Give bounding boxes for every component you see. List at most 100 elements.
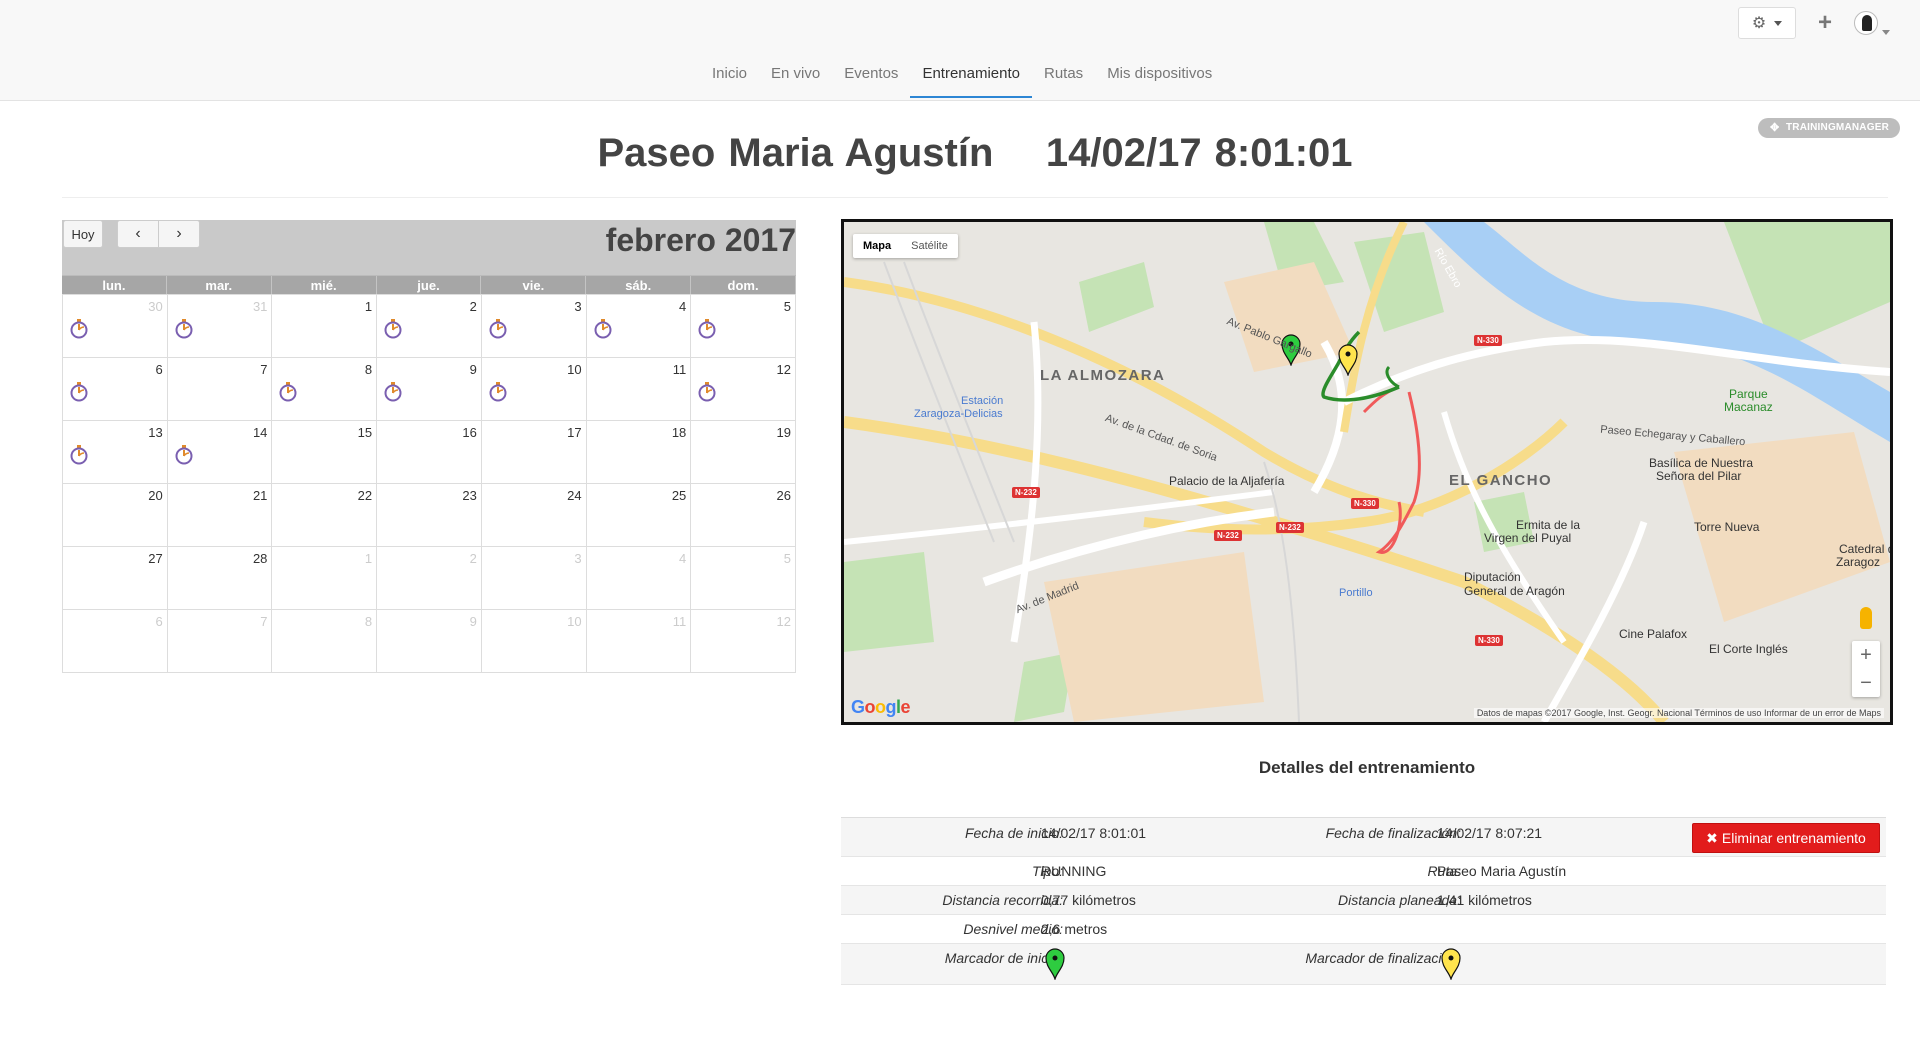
calendar-day-cell[interactable]: 3 bbox=[481, 546, 587, 609]
stopwatch-icon[interactable] bbox=[70, 319, 88, 339]
nav-mis-dispositivos[interactable]: Mis dispositivos bbox=[1095, 53, 1224, 98]
delete-training-button[interactable]: ✖ Eliminar entrenamiento bbox=[1692, 823, 1880, 853]
calendar-day-cell[interactable]: 8 bbox=[272, 609, 378, 672]
prev-month-button[interactable]: ‹ bbox=[117, 220, 159, 248]
nav-en-vivo[interactable]: En vivo bbox=[759, 53, 832, 98]
calendar-day-number: 23 bbox=[462, 488, 477, 503]
calendar-day-cell[interactable]: 8 bbox=[272, 357, 378, 420]
calendar-day-cell[interactable]: 13 bbox=[63, 420, 168, 483]
map-label-senora-pilar: Señora del Pilar bbox=[1656, 469, 1742, 483]
map-label-torre-nueva: Torre Nueva bbox=[1694, 520, 1760, 534]
calendar-day-number: 9 bbox=[469, 614, 477, 629]
stopwatch-icon[interactable] bbox=[175, 445, 193, 465]
settings-dropdown[interactable]: ⚙ bbox=[1737, 7, 1796, 39]
calendar-day-cell[interactable]: 19 bbox=[691, 420, 796, 483]
nav-rutas[interactable]: Rutas bbox=[1032, 53, 1095, 98]
calendar-day-cell[interactable]: 1 bbox=[272, 546, 378, 609]
calendar-day-cell[interactable]: 18 bbox=[586, 420, 692, 483]
calendar-day-cell[interactable]: 4 bbox=[586, 294, 692, 357]
stopwatch-icon[interactable] bbox=[489, 382, 507, 402]
next-month-button[interactable]: › bbox=[158, 220, 200, 248]
nav-inicio[interactable]: Inicio bbox=[700, 53, 759, 98]
map-label-el-gancho: EL GANCHO bbox=[1449, 472, 1553, 489]
nav-entrenamiento[interactable]: Entrenamiento bbox=[910, 53, 1032, 98]
calendar-day-cell[interactable]: 9 bbox=[377, 357, 482, 420]
calendar-day-cell[interactable]: 17 bbox=[481, 420, 587, 483]
stopwatch-icon[interactable] bbox=[698, 319, 716, 339]
calendar-day-cell[interactable]: 30 bbox=[63, 294, 168, 357]
weekday-header: sáb. bbox=[586, 276, 692, 295]
map-shield-n330-b: N-330 bbox=[1351, 498, 1379, 509]
add-icon[interactable]: + bbox=[1818, 11, 1832, 35]
pegman-icon[interactable] bbox=[1860, 607, 1872, 629]
stopwatch-icon[interactable] bbox=[70, 382, 88, 402]
map-label-virgen-puyal: Virgen del Puyal bbox=[1484, 531, 1572, 545]
calendar-day-cell[interactable]: 23 bbox=[377, 483, 482, 546]
user-menu[interactable] bbox=[1854, 11, 1890, 35]
today-button[interactable]: Hoy bbox=[63, 220, 103, 248]
stopwatch-icon[interactable] bbox=[279, 382, 297, 402]
calendar-day-cell[interactable]: 5 bbox=[691, 546, 796, 609]
calendar-day-cell[interactable]: 2 bbox=[377, 294, 482, 357]
zoom-out-button[interactable]: − bbox=[1852, 669, 1880, 697]
calendar-day-cell[interactable]: 1 bbox=[272, 294, 378, 357]
avatar bbox=[1854, 11, 1878, 35]
calendar-day-cell[interactable]: 12 bbox=[691, 357, 796, 420]
calendar-day-cell[interactable]: 25 bbox=[586, 483, 692, 546]
calendar-day-cell[interactable]: 3 bbox=[481, 294, 587, 357]
training-name: Paseo Maria Agustín bbox=[597, 131, 994, 175]
calendar-day-cell[interactable]: 20 bbox=[63, 483, 168, 546]
calendar-day-cell[interactable]: 28 bbox=[167, 546, 273, 609]
calendar-day-cell[interactable]: 9 bbox=[377, 609, 482, 672]
calendar-day-cell[interactable]: 14 bbox=[167, 420, 273, 483]
calendar-day-number: 17 bbox=[567, 425, 582, 440]
map-credits[interactable]: Datos de mapas ©2017 Google, Inst. Geogr… bbox=[1473, 708, 1884, 718]
stopwatch-icon[interactable] bbox=[384, 382, 402, 402]
calendar-day-cell[interactable]: 16 bbox=[377, 420, 482, 483]
calendar-day-cell[interactable]: 2 bbox=[377, 546, 482, 609]
calendar-day-cell[interactable]: 27 bbox=[63, 546, 168, 609]
calendar-day-cell[interactable]: 7 bbox=[167, 609, 273, 672]
marcador-fin-label: Marcador de finalización: bbox=[1305, 950, 1461, 966]
nav-eventos[interactable]: Eventos bbox=[832, 53, 910, 98]
route-map[interactable]: Mapa Satélite LA ALMOZARA EL GANCHO Esta… bbox=[841, 219, 1893, 725]
map-label-parque: Parque bbox=[1729, 387, 1768, 401]
calendar-day-cell[interactable]: 31 bbox=[167, 294, 273, 357]
weekday-header: mar. bbox=[167, 276, 272, 295]
calendar-grid: 30 31 1 2 3 4 5 6 7 8 9 10 11 12 13 14 15 16 17 18 19 20 21 22 2… bbox=[62, 294, 796, 673]
calendar-weekday-row: lun. mar. mié. jue. vie. sáb. dom. bbox=[62, 275, 796, 295]
calendar-day-cell[interactable]: 24 bbox=[481, 483, 587, 546]
details-row-tipo: Tipo: RUNNING Ruta: Paseo Maria Agustín bbox=[841, 857, 1886, 886]
calendar-day-cell[interactable]: 5 bbox=[691, 294, 796, 357]
calendar-day-cell[interactable]: 11 bbox=[586, 609, 692, 672]
stopwatch-icon[interactable] bbox=[594, 319, 612, 339]
calendar-day-cell[interactable]: 21 bbox=[167, 483, 273, 546]
calendar-day-cell[interactable]: 10 bbox=[481, 609, 587, 672]
calendar-day-cell[interactable]: 7 bbox=[167, 357, 273, 420]
calendar-day-cell[interactable]: 26 bbox=[691, 483, 796, 546]
stopwatch-icon[interactable] bbox=[489, 319, 507, 339]
map-type-mapa[interactable]: Mapa bbox=[853, 234, 901, 258]
calendar-month-title: febrero 2017 bbox=[605, 222, 796, 258]
calendar-day-number: 18 bbox=[671, 425, 687, 440]
calendar-day-number: 6 bbox=[155, 362, 163, 377]
stopwatch-icon[interactable] bbox=[70, 445, 88, 465]
zoom-in-button[interactable]: + bbox=[1852, 641, 1880, 669]
map-type-satelite[interactable]: Satélite bbox=[901, 234, 958, 258]
weekday-header: vie. bbox=[481, 276, 587, 295]
calendar-day-cell[interactable]: 6 bbox=[63, 357, 168, 420]
stopwatch-icon[interactable] bbox=[175, 319, 193, 339]
calendar-day-cell[interactable]: 4 bbox=[586, 546, 692, 609]
end-marker-icon[interactable] bbox=[1338, 344, 1358, 376]
calendar-day-cell[interactable]: 15 bbox=[272, 420, 378, 483]
calendar-day-number: 8 bbox=[364, 614, 373, 629]
stopwatch-icon[interactable] bbox=[384, 319, 402, 339]
calendar-day-cell[interactable]: 22 bbox=[272, 483, 378, 546]
calendar-day-cell[interactable]: 12 bbox=[691, 609, 796, 672]
calendar-day-cell[interactable]: 10 bbox=[481, 357, 587, 420]
calendar-day-cell[interactable]: 11 bbox=[586, 357, 692, 420]
stopwatch-icon[interactable] bbox=[698, 382, 716, 402]
calendar-day-number: 28 bbox=[252, 551, 268, 566]
calendar-day-number: 1 bbox=[364, 551, 373, 566]
calendar-day-cell[interactable]: 6 bbox=[63, 609, 168, 672]
